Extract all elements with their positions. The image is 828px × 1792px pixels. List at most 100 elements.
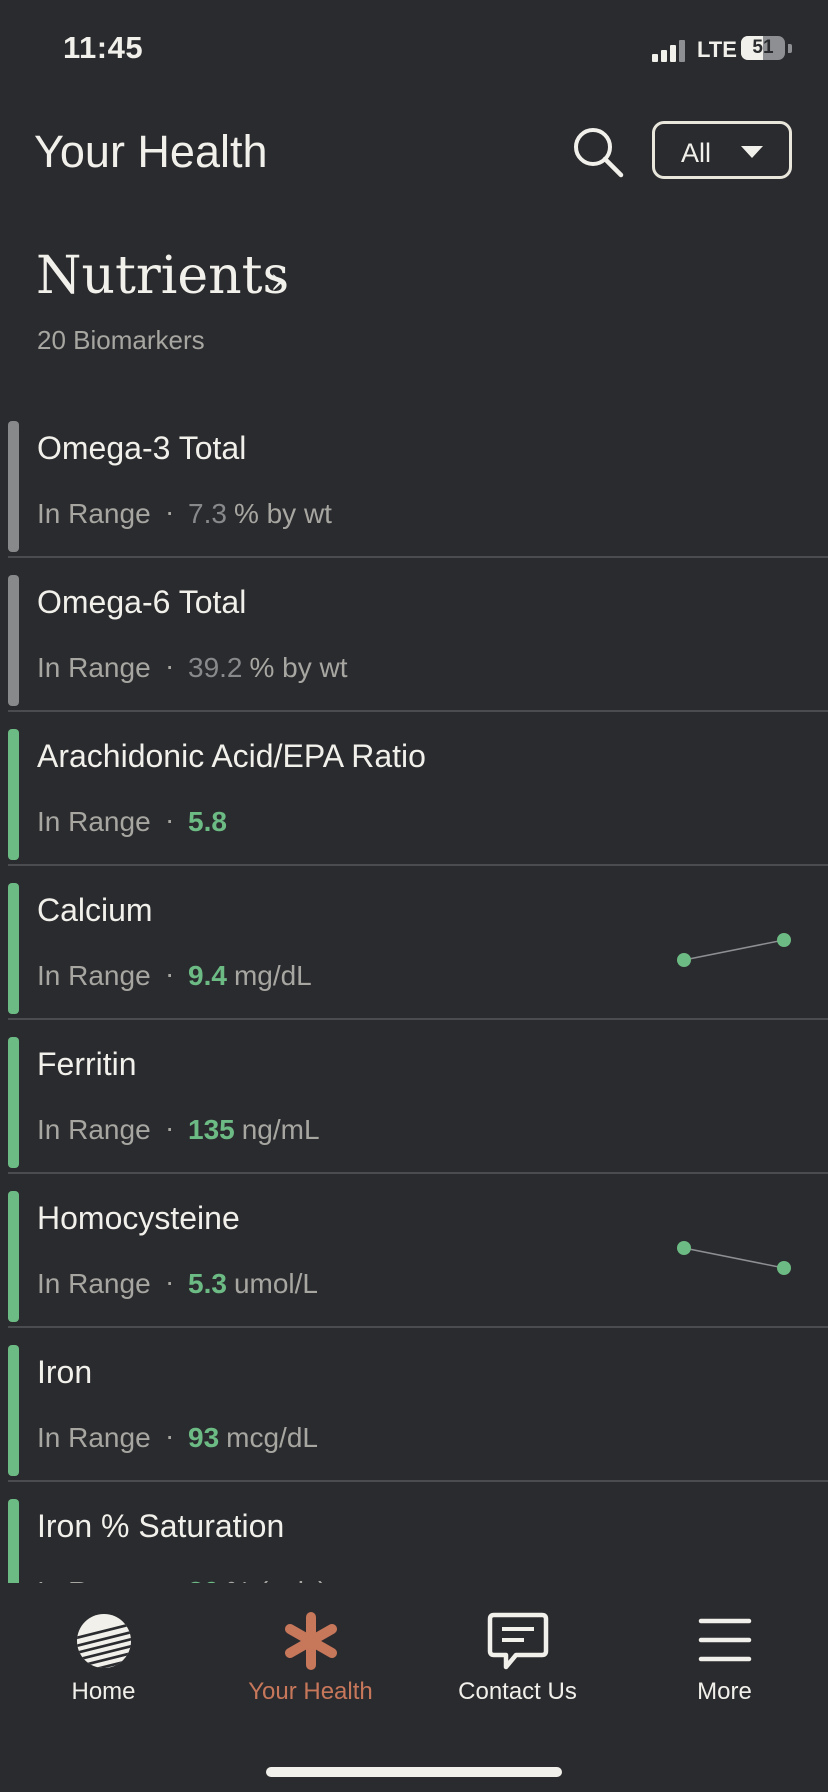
range-indicator-bar [8, 729, 19, 860]
filter-dropdown[interactable]: All [652, 121, 792, 179]
range-indicator-bar [8, 1499, 19, 1583]
biomarker-unit: % by wt [233, 498, 332, 529]
biomarker-value: 9.4 [188, 960, 227, 991]
separator-dot: · [165, 958, 175, 989]
biomarker-unit: umol/L [233, 1268, 318, 1299]
sparkline-point-latest [777, 1261, 791, 1275]
tab-your-health[interactable]: Your Health [207, 1583, 414, 1713]
tab-label-more: More [697, 1678, 752, 1705]
separator-dot: · [165, 1112, 175, 1143]
row-divider [8, 710, 828, 712]
filter-label: All [681, 138, 712, 168]
biomarker-status: In Range [37, 1268, 151, 1299]
biomarker-result: 7.3% by wt [188, 498, 332, 530]
separator-dot: · [165, 650, 175, 681]
biomarker-status: In Range [37, 806, 151, 837]
separator-dot: · [165, 804, 175, 835]
battery-level: 51 [752, 37, 774, 58]
tab-label-contact-us: Contact Us [458, 1678, 577, 1705]
tab-home[interactable]: Home [0, 1583, 207, 1713]
separator-dot: · [165, 1574, 174, 1583]
sparkline-segment [683, 1247, 785, 1269]
separator-dot: · [165, 1266, 175, 1297]
sparkline-point-previous [677, 953, 691, 967]
range-indicator-bar [8, 421, 19, 552]
biomarker-value: 7.3 [188, 498, 227, 529]
status-time: 11:45 [63, 30, 144, 65]
biomarker-result: 5.8 [188, 806, 227, 838]
trend-sparkline [677, 1241, 791, 1275]
search-icon[interactable] [570, 124, 626, 180]
biomarker-name: Omega-3 Total [37, 430, 247, 466]
sparkline-point-previous [677, 1241, 691, 1255]
battery-tip [788, 44, 792, 53]
biomarker-value: 5.3 [188, 1268, 227, 1299]
biomarker-value: 30 [188, 1576, 219, 1583]
biomarker-name: Homocysteine [37, 1200, 240, 1236]
biomarker-value: 5.8 [188, 806, 227, 837]
biomarker-status: In Range [37, 960, 151, 991]
biomarker-status: In Range [37, 1576, 151, 1583]
page-title: Your Health [34, 126, 268, 177]
range-indicator-bar [8, 1191, 19, 1322]
biomarker-result: 5.3 umol/L [188, 1268, 318, 1300]
biomarker-row[interactable]: Calcium In Range · 9.4 mg/dL [0, 880, 828, 1034]
biomarker-result: 135 ng/mL [188, 1114, 320, 1146]
asterisk-icon [279, 1609, 343, 1673]
biomarker-result: 93 mcg/dL [188, 1422, 318, 1454]
tab-contact-us[interactable]: Contact Us [414, 1583, 621, 1713]
biomarker-name: Calcium [37, 892, 153, 928]
separator-dot: · [165, 1420, 175, 1451]
biomarker-result: 39.2% by wt [188, 652, 348, 684]
home-indicator[interactable] [266, 1767, 562, 1777]
row-divider [8, 1172, 828, 1174]
tab-label-home: Home [71, 1678, 136, 1705]
caret-down-icon [741, 146, 763, 158]
biomarker-count: 20 Biomarkers [37, 325, 205, 355]
chevron-right-icon[interactable]: › [270, 261, 284, 302]
biomarker-row[interactable]: Omega-6 Total In Range · 39.2% by wt [0, 572, 828, 726]
row-divider [8, 864, 828, 866]
biomarker-name: Arachidonic Acid/EPA Ratio [37, 738, 426, 774]
sparkline-segment [683, 939, 785, 961]
sparkline-point-latest [777, 933, 791, 947]
biomarker-row[interactable]: Iron % Saturation In Range · 30 % (calc) [0, 1496, 828, 1583]
biomarker-name: Iron % Saturation [37, 1508, 285, 1544]
biomarker-unit: mg/dL [233, 960, 312, 991]
tab-more[interactable]: More [621, 1583, 828, 1713]
row-divider [8, 1018, 828, 1020]
biomarker-row[interactable]: Iron In Range · 93 mcg/dL [0, 1342, 828, 1496]
signal-icon [652, 38, 688, 62]
row-divider [8, 1326, 828, 1328]
range-indicator-bar [8, 575, 19, 706]
range-indicator-bar [8, 1037, 19, 1168]
menu-icon [693, 1609, 757, 1673]
biomarker-value: 135 [188, 1114, 235, 1145]
biomarker-status: In Range [37, 652, 151, 683]
home-globe-icon [72, 1609, 136, 1673]
chat-bubble-icon [486, 1609, 550, 1673]
biomarker-row[interactable]: Homocysteine In Range · 5.3 umol/L [0, 1188, 828, 1342]
biomarker-unit: % (calc) [226, 1576, 327, 1583]
row-divider [8, 556, 828, 558]
biomarker-row[interactable]: Ferritin In Range · 135 ng/mL [0, 1034, 828, 1188]
biomarker-status: In Range [37, 1422, 151, 1453]
biomarker-unit: mcg/dL [226, 1422, 318, 1453]
biomarker-row[interactable]: Arachidonic Acid/EPA Ratio In Range · 5.8 [0, 726, 828, 880]
range-indicator-bar [8, 883, 19, 1014]
tab-bar: Home Your Health Contact Us More [0, 1583, 828, 1792]
network-type: LTE [697, 37, 737, 62]
tab-label-your-health: Your Health [248, 1678, 373, 1705]
biomarker-value: 39.2 [188, 652, 243, 683]
status-bar: 11:45 LTE 51 [0, 0, 828, 100]
biomarker-status: In Range [37, 498, 151, 529]
section-title[interactable]: Nutrients [36, 246, 289, 306]
battery-icon: 51 [741, 36, 785, 60]
separator-dot: · [165, 496, 175, 527]
biomarker-result: 30 % (calc) [188, 1576, 327, 1583]
biomarker-name: Ferritin [37, 1046, 137, 1082]
biomarker-row[interactable]: Omega-3 Total In Range · 7.3% by wt [0, 418, 828, 572]
biomarker-value: 93 [188, 1422, 220, 1453]
biomarker-name: Iron [37, 1354, 93, 1390]
biomarker-name: Omega-6 Total [37, 584, 247, 620]
